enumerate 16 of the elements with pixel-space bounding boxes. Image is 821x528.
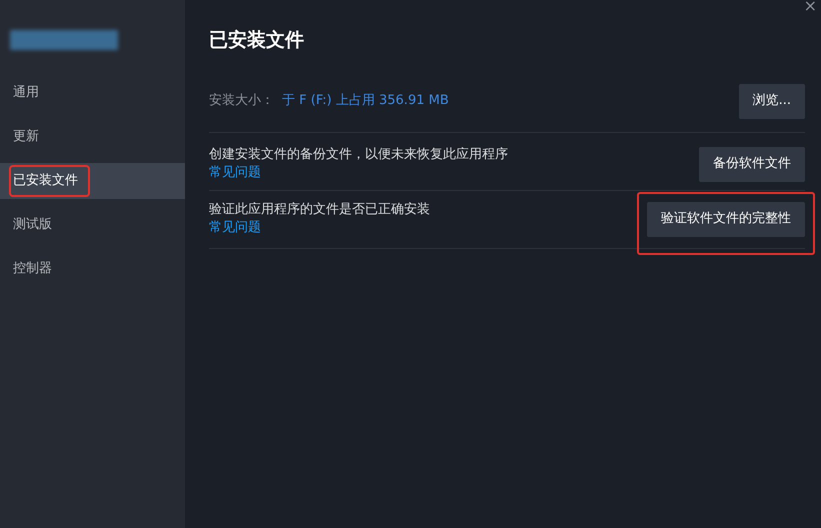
action-button[interactable]: 备份软件文件 xyxy=(699,146,805,182)
sidebar-item[interactable]: 已安装文件 xyxy=(0,163,185,199)
sidebar-item[interactable]: 测试版 xyxy=(0,207,185,243)
sidebar-item[interactable]: 更新 xyxy=(0,119,185,155)
sidebar-item[interactable]: 通用 xyxy=(0,75,185,111)
close-button[interactable]: × xyxy=(804,0,817,18)
action-button[interactable]: 浏览... xyxy=(738,84,805,118)
description-text: 创建安装文件的备份文件，以便未来恢复此应用程序 xyxy=(209,146,508,164)
faq-link[interactable]: 常见问题 xyxy=(209,219,430,237)
install-size-value: 于 F (F:) 上占用 356.91 MB xyxy=(282,92,449,110)
sidebar-item[interactable]: 控制器 xyxy=(0,251,185,287)
faq-link[interactable]: 常见问题 xyxy=(209,164,508,182)
field-label: 安装大小： xyxy=(209,92,274,110)
action-button[interactable]: 验证软件文件的完整性 xyxy=(647,202,805,236)
description-text: 验证此应用程序的文件是否已正确安装 xyxy=(209,201,430,219)
page-title: 已安装文件 xyxy=(209,28,305,53)
